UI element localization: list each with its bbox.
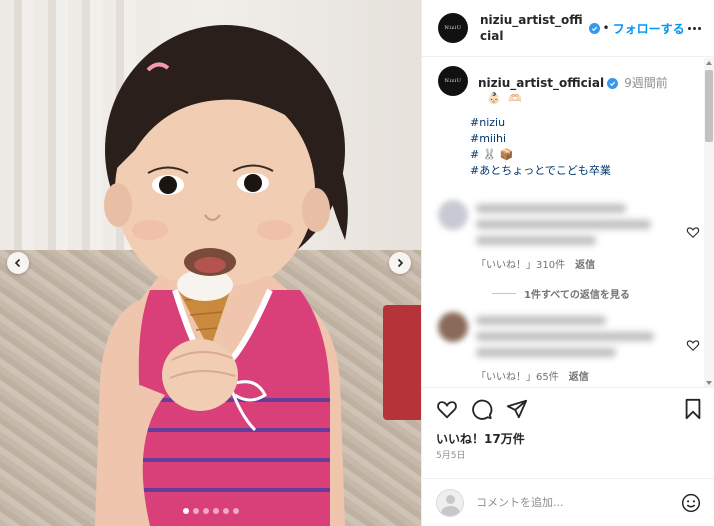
avatar[interactable]: NiziU: [438, 13, 468, 43]
heart-icon[interactable]: [436, 398, 458, 420]
current-user-avatar: [436, 488, 464, 517]
comment-like-heart-icon[interactable]: [686, 338, 700, 352]
previous-slide-button[interactable]: [7, 252, 29, 274]
comment-item: 「いいね！」310件 返信 1件すべての返信を見る: [438, 200, 700, 301]
verified-badge-icon: [588, 22, 600, 34]
view-replies-button[interactable]: 1件すべての返信を見る: [492, 286, 630, 301]
blurred-comment-text: [476, 332, 654, 341]
verified-badge-icon: [607, 78, 619, 89]
caption-avatar[interactable]: NiziU: [438, 66, 468, 96]
post-photo[interactable]: [0, 0, 421, 526]
blurred-comment-text: [476, 220, 651, 229]
hashtag-link[interactable]: #miihi: [470, 131, 611, 147]
slide-dot: [222, 508, 229, 514]
reply-button[interactable]: 返信: [569, 372, 589, 383]
separator-dot: •: [602, 21, 610, 35]
hashtag-link[interactable]: # 🐰 📦: [470, 147, 611, 163]
post-actions-bar: [436, 398, 706, 424]
add-comment-bar: [422, 478, 714, 526]
hashtag-list: #niziu #miihi # 🐰 📦 #あとちょっとでこども卒業: [470, 115, 611, 179]
child-eating-ice-cream-illustration: [95, 25, 348, 526]
smile-icon[interactable]: [681, 493, 701, 513]
comments-section[interactable]: NiziU niziu_artist_official 9週間前 👶🏻 🫶🏻 #n…: [422, 58, 714, 388]
slide-dot: [202, 508, 209, 514]
comments-scrollbar[interactable]: [704, 58, 714, 387]
slide-indicator-dots: [0, 508, 421, 514]
caption-timestamp: 9週間前: [624, 76, 668, 90]
scroll-down-arrow-icon[interactable]: [706, 381, 712, 385]
slide-dot: [232, 508, 239, 514]
more-options-icon[interactable]: [685, 26, 704, 30]
blurred-comment-text: [476, 348, 616, 357]
caption-username[interactable]: niziu_artist_official: [478, 76, 604, 90]
next-slide-button[interactable]: [389, 252, 411, 274]
like-count[interactable]: いいね！17万件: [436, 430, 525, 447]
reply-button[interactable]: 返信: [575, 260, 595, 271]
comment-like-heart-icon[interactable]: [686, 225, 700, 239]
scroll-up-arrow-icon[interactable]: [706, 61, 712, 65]
hashtag-link[interactable]: #あとちょっとでこども卒業: [470, 163, 611, 179]
comment-like-count[interactable]: 「いいね！」310件: [476, 260, 565, 271]
slide-dot: [192, 508, 199, 514]
post-username[interactable]: niziu_artist_official: [480, 12, 583, 44]
bookmark-icon[interactable]: [682, 398, 704, 420]
post-date[interactable]: 5月5日: [436, 448, 465, 461]
blurred-comment-text: [476, 316, 606, 325]
avatar-logo-text: NiziU: [444, 25, 462, 31]
slide-dot: [212, 508, 219, 514]
post-header: NiziU niziu_artist_official • フォローする: [422, 0, 714, 57]
follow-button[interactable]: フォローする: [613, 20, 685, 37]
slide-dot: [182, 508, 189, 514]
blurred-comment-text: [476, 236, 596, 245]
scrollbar-thumb[interactable]: [705, 70, 713, 142]
blurred-comment-text: [476, 204, 626, 213]
comment-like-count[interactable]: 「いいね！」65件: [476, 372, 559, 383]
comment-input[interactable]: [476, 496, 681, 509]
caption-username-row: niziu_artist_official 9週間前: [478, 74, 668, 91]
comment-meta: 「いいね！」65件 返信: [476, 368, 599, 383]
caption-emoji: 👶🏻 🫶🏻: [487, 92, 524, 105]
hashtag-link[interactable]: #niziu: [470, 115, 611, 131]
blurred-commenter-avatar[interactable]: [438, 200, 468, 230]
send-icon[interactable]: [506, 398, 528, 420]
comment-meta: 「いいね！」310件 返信: [476, 256, 605, 271]
avatar-logo-text: NiziU: [444, 78, 462, 84]
chevron-right-icon: [397, 258, 404, 268]
post-side-panel: NiziU niziu_artist_official • フォローする Niz…: [421, 0, 714, 526]
blurred-commenter-avatar[interactable]: [438, 312, 468, 342]
chevron-left-icon: [14, 258, 21, 268]
comment-item: 「いいね！」65件 返信: [438, 312, 700, 387]
comment-icon[interactable]: [471, 398, 493, 420]
